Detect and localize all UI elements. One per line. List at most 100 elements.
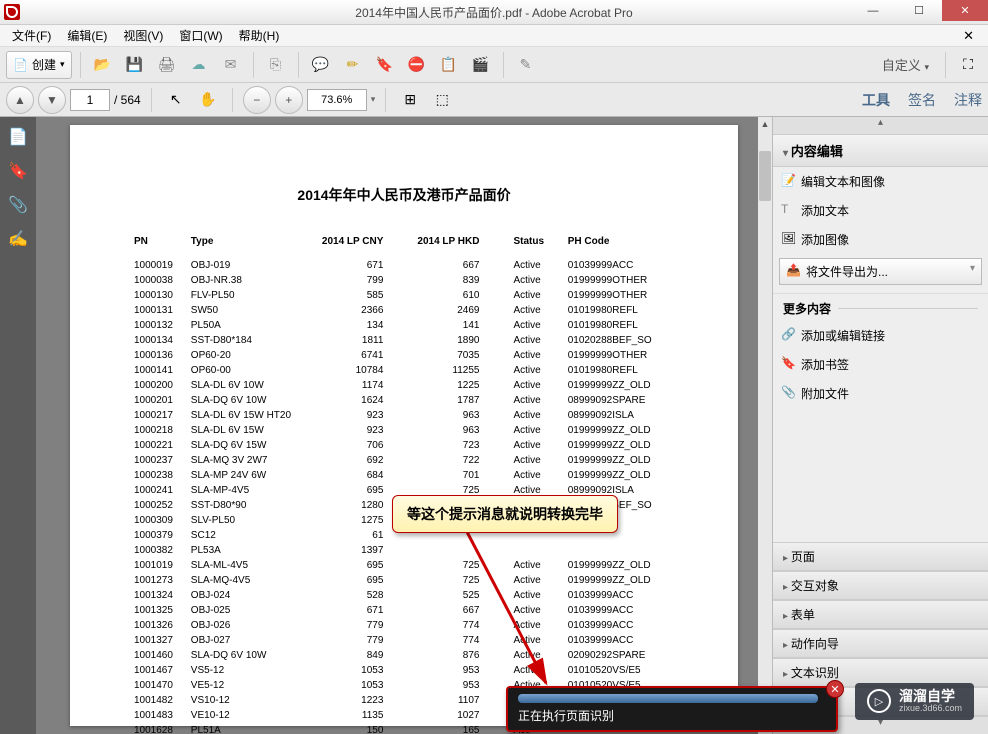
attach-icon: 📎 xyxy=(781,385,795,399)
tab-sign[interactable]: 签名 xyxy=(908,90,936,110)
fit-width-button[interactable]: ⬚ xyxy=(428,86,456,114)
close-button[interactable]: ✕ xyxy=(942,0,988,21)
fit-page-button[interactable]: ⊞ xyxy=(396,86,424,114)
table-row: 1000382PL53A1397 xyxy=(132,544,676,557)
tools-panel: ▴ 内容编辑 📝编辑文本和图像 T添加文本 🖼添加图像 📤将文件导出为... 更… xyxy=(772,117,988,734)
zoom-out-button[interactable]: − xyxy=(243,86,271,114)
open-button[interactable]: 📂 xyxy=(89,51,117,79)
table-row: 1000134SST-D80*18418111890Active01020288… xyxy=(132,334,676,347)
attachments-icon[interactable]: 📎 xyxy=(8,195,28,215)
scrollbar-thumb[interactable] xyxy=(759,151,771,201)
doc-title: 2014年年中人民币及港币产品面价 xyxy=(130,185,678,205)
window-title: 2014年中国人民币产品面价.pdf - Adobe Acrobat Pro xyxy=(355,4,632,21)
page-up-button[interactable]: ▲ xyxy=(6,86,34,114)
watermark: ▷ 溜溜自学 zixue.3d66.com xyxy=(855,683,974,720)
zoom-in-button[interactable]: + xyxy=(275,86,303,114)
section-content-edit[interactable]: 内容编辑 xyxy=(773,135,988,167)
fullscreen-button[interactable]: ⛶ xyxy=(954,51,982,79)
stamp-button[interactable]: 🔖 xyxy=(371,51,399,79)
add-image-icon: 🖼 xyxy=(781,231,795,245)
comment-button[interactable]: 💬 xyxy=(307,51,335,79)
tab-tools[interactable]: 工具 xyxy=(862,90,890,110)
redact-button[interactable]: ⛔ xyxy=(403,51,431,79)
create-icon: 📄 xyxy=(13,58,28,72)
panel-scroll-up[interactable]: ▴ xyxy=(773,117,988,135)
page-number-input[interactable] xyxy=(70,89,110,111)
table-row: 1000217SLA-DL 6V 15W HT20923963Active089… xyxy=(132,409,676,422)
progress-bar xyxy=(518,694,818,703)
col-ph: PH Code xyxy=(566,235,676,257)
section-action-wizard[interactable]: 动作向导 xyxy=(773,629,988,658)
table-row: 1001325OBJ-025671667Active01039999ACC xyxy=(132,604,676,617)
zoom-input[interactable] xyxy=(307,89,367,111)
customize-dropdown[interactable]: 自定义 ▾ xyxy=(874,55,937,74)
document-area: 2014年年中人民币及港币产品面价 PN Type 2014 LP CNY 20… xyxy=(36,117,772,734)
form-button[interactable]: 📋 xyxy=(435,51,463,79)
export-pdf-button[interactable]: ⎘ xyxy=(262,51,290,79)
minimize-button[interactable]: — xyxy=(850,0,896,21)
progress-toast: 正在执行页面识别 ✕ xyxy=(506,686,838,732)
table-row: 1000038OBJ-NR.38799839Active01999999OTHE… xyxy=(132,274,676,287)
maximize-button[interactable]: ☐ xyxy=(896,0,942,21)
page-total: / 564 xyxy=(114,93,141,107)
cloud-button[interactable]: ☁ xyxy=(185,51,213,79)
attach-file[interactable]: 📎附加文件 xyxy=(773,379,988,408)
signatures-icon[interactable]: ✍ xyxy=(8,229,28,249)
save-button[interactable]: 💾 xyxy=(121,51,149,79)
col-type: Type xyxy=(189,235,318,257)
table-row: 1000132PL50A134141Active01019980REFL xyxy=(132,319,676,332)
table-row: 1001326OBJ-026779774Active01039999ACC xyxy=(132,619,676,632)
email-button[interactable]: ✉ xyxy=(217,51,245,79)
menu-edit[interactable]: 编辑(E) xyxy=(61,25,113,46)
menu-bar: 文件(F) 编辑(E) 视图(V) 窗口(W) 帮助(H) ✕ xyxy=(0,25,988,47)
col-status: Status xyxy=(511,235,563,257)
thumbnails-icon[interactable]: 📄 xyxy=(8,127,28,147)
nav-strip: 📄 🔖 📎 ✍ xyxy=(0,117,36,734)
edit-text-image[interactable]: 📝编辑文本和图像 xyxy=(773,167,988,196)
title-bar: 2014年中国人民币产品面价.pdf - Adobe Acrobat Pro —… xyxy=(0,0,988,25)
add-text-icon: T xyxy=(781,202,795,216)
section-forms[interactable]: 表单 xyxy=(773,600,988,629)
select-tool[interactable]: ↖ xyxy=(162,86,190,114)
bookmarks-icon[interactable]: 🔖 xyxy=(8,161,28,181)
add-bookmark[interactable]: 🔖添加书签 xyxy=(773,350,988,379)
section-interactive[interactable]: 交互对象 xyxy=(773,571,988,600)
export-file-as[interactable]: 📤将文件导出为... xyxy=(779,258,982,285)
page-down-button[interactable]: ▼ xyxy=(38,86,66,114)
table-row: 1001327OBJ-027779774Active01039999ACC xyxy=(132,634,676,647)
menu-help[interactable]: 帮助(H) xyxy=(233,25,286,46)
add-edit-link[interactable]: 🔗添加或编辑链接 xyxy=(773,321,988,350)
menu-window[interactable]: 窗口(W) xyxy=(173,25,228,46)
hand-tool[interactable]: ✋ xyxy=(194,86,222,114)
table-row: 1000136OP60-2067417035Active01999999OTHE… xyxy=(132,349,676,362)
edit-button[interactable]: ✎ xyxy=(512,51,540,79)
menu-view[interactable]: 视图(V) xyxy=(117,25,169,46)
toolbar-nav: ▲ ▼ / 564 ↖ ✋ − + ▾ ⊞ ⬚ 工具 签名 注释 xyxy=(0,83,988,117)
pdf-page: 2014年年中人民币及港币产品面价 PN Type 2014 LP CNY 20… xyxy=(70,125,738,726)
print-button[interactable]: 🖨 xyxy=(153,51,181,79)
doc-scrollbar[interactable]: ▲ xyxy=(758,117,772,734)
table-row: 1000221SLA-DQ 6V 15W706723Active01999999… xyxy=(132,439,676,452)
create-button[interactable]: 📄 创建 ▾ xyxy=(6,51,72,79)
col-cny: 2014 LP CNY xyxy=(320,235,414,257)
app-icon xyxy=(4,4,20,20)
edit-text-icon: 📝 xyxy=(781,173,795,187)
table-row: 1001019SLA-ML-4V5695725Active01999999ZZ_… xyxy=(132,559,676,572)
section-pages[interactable]: 页面 xyxy=(773,542,988,571)
table-row: 1000201SLA-DQ 6V 10W16241787Active089990… xyxy=(132,394,676,407)
progress-close-button[interactable]: ✕ xyxy=(826,680,844,698)
table-row: 1000019OBJ-019671667Active01039999ACC xyxy=(132,259,676,272)
tab-comment[interactable]: 注释 xyxy=(954,90,982,110)
more-content-label: 更多内容 xyxy=(773,293,988,321)
add-image[interactable]: 🖼添加图像 xyxy=(773,225,988,254)
watermark-logo: ▷ xyxy=(867,689,891,713)
export-icon: 📤 xyxy=(786,263,801,277)
add-text[interactable]: T添加文本 xyxy=(773,196,988,225)
progress-text: 正在执行页面识别 xyxy=(518,707,826,724)
multimedia-button[interactable]: 🎬 xyxy=(467,51,495,79)
menu-file[interactable]: 文件(F) xyxy=(6,25,57,46)
annotation-callout: 等这个提示消息就说明转换完毕 xyxy=(392,495,618,533)
highlight-button[interactable]: ✏ xyxy=(339,51,367,79)
close-doc-button[interactable]: ✕ xyxy=(957,26,980,46)
table-row: 1001324OBJ-024528525Active01039999ACC xyxy=(132,589,676,602)
